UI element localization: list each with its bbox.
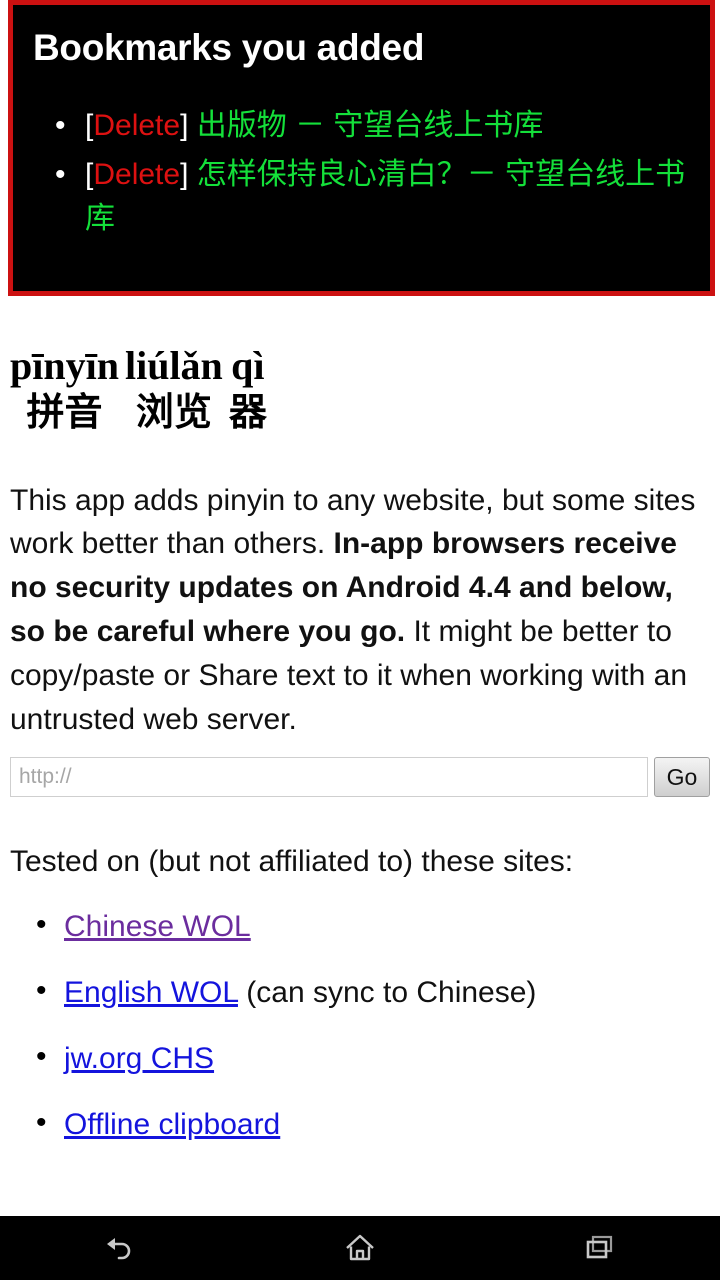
bookmarks-panel: Bookmarks you added [Delete] 出版物 － 守望台线上… — [8, 0, 715, 296]
site-link-offline-clipboard[interactable]: Offline clipboard — [64, 1108, 280, 1141]
ruby-pinyin: pīnyīn — [10, 343, 119, 388]
ruby-hanzi: 浏览 — [135, 390, 212, 435]
go-button[interactable]: Go — [654, 757, 710, 798]
bookmarks-panel-title: Bookmarks you added — [33, 27, 425, 68]
android-nav-bar — [0, 1216, 720, 1280]
url-bar: Go — [10, 757, 710, 798]
ruby-unit: qì 器 — [229, 344, 267, 437]
ruby-hanzi: 拼音 — [26, 390, 103, 435]
ruby-pinyin: liúlǎn — [124, 343, 223, 388]
site-note: (can sync to Chinese) — [237, 976, 537, 1010]
bracket-close: ] — [180, 158, 189, 192]
site-link-jw-org-chs[interactable]: jw.org CHS — [64, 1042, 214, 1075]
list-item: jw.org CHS — [0, 1039, 720, 1077]
ruby-row: pīnyīn 拼音 liúlǎn 浏览 qì 器 — [10, 344, 720, 437]
site-link-chinese-wol[interactable]: Chinese WOL — [64, 910, 251, 943]
recents-icon — [586, 1235, 613, 1259]
intro-paragraph: This app adds pinyin to any website, but… — [10, 479, 710, 742]
ruby-unit: liúlǎn 浏览 — [125, 344, 223, 437]
nav-recents-button[interactable] — [480, 1216, 720, 1280]
site-link-english-wol[interactable]: English WOL — [64, 976, 238, 1009]
delete-bookmark-link-1[interactable]: Delete — [93, 109, 180, 142]
home-icon — [346, 1234, 374, 1261]
nav-back-button[interactable] — [0, 1216, 240, 1280]
ruby-pinyin: qì — [231, 343, 265, 388]
delete-bookmark-link-2[interactable]: Delete — [93, 158, 180, 191]
bracket-close: ] — [180, 108, 189, 142]
list-item: Offline clipboard — [0, 1105, 720, 1143]
nav-home-button[interactable] — [240, 1216, 480, 1280]
ruby-unit: pīnyīn 拼音 — [10, 344, 119, 437]
bookmarks-list: [Delete] 出版物 － 守望台线上书库 [Delete] 怎样保持良心清白… — [27, 104, 696, 241]
ruby-hanzi: 器 — [228, 390, 267, 435]
bookmark-item: [Delete] 怎样保持良心清白？－ 守望台线上书库 — [27, 153, 696, 240]
page-title: pīnyīn 拼音 liúlǎn 浏览 qì 器 — [10, 344, 720, 437]
list-item: Chinese WOL — [0, 907, 720, 945]
url-input[interactable] — [10, 757, 648, 798]
tested-sites-list: Chinese WOL English WOL (can sync to Chi… — [0, 907, 720, 1143]
list-item: English WOL (can sync to Chinese) — [0, 973, 720, 1011]
tested-on-label: Tested on (but not affiliated to) these … — [10, 845, 574, 879]
bookmark-item: [Delete] 出版物 － 守望台线上书库 — [27, 104, 696, 148]
back-icon — [107, 1238, 131, 1260]
bookmark-link-1[interactable]: 出版物 － 守望台线上书库 — [197, 109, 544, 142]
